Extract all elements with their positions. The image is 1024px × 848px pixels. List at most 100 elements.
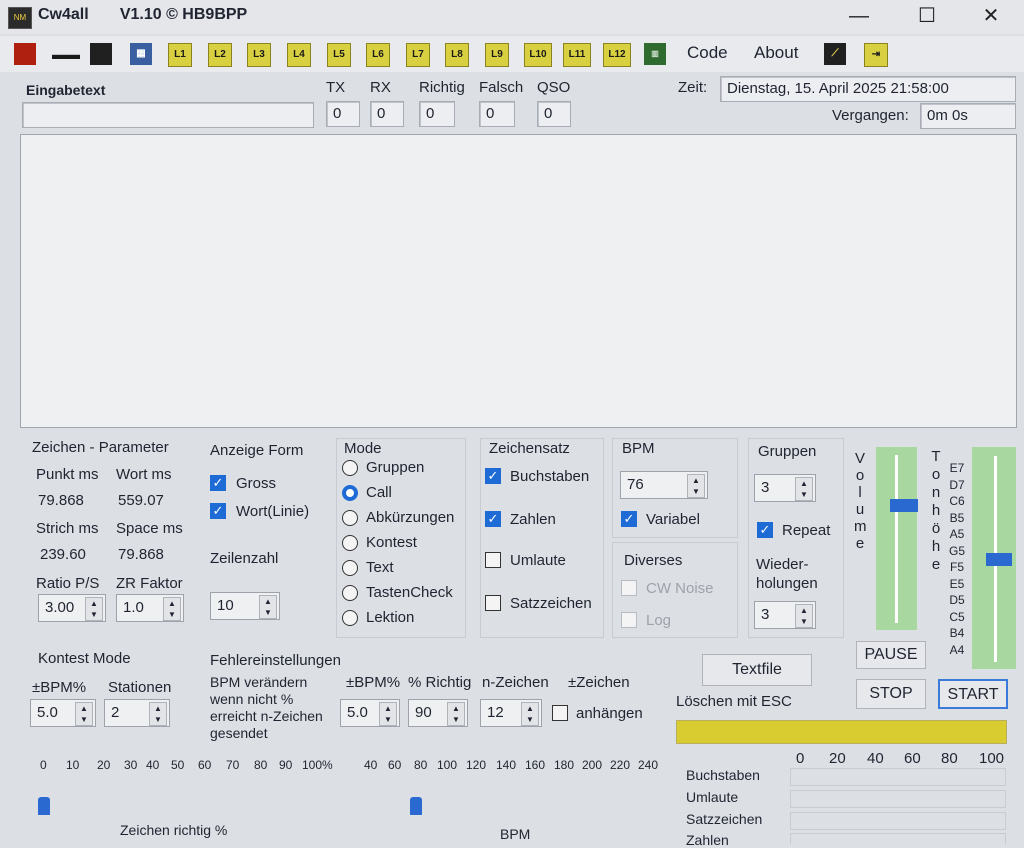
lesson-6-button[interactable]: L6 xyxy=(366,43,390,67)
bpm-spinner[interactable]: 76 ▲ ▼ xyxy=(620,471,708,499)
percent-slider-thumb[interactable] xyxy=(38,797,50,815)
n-zeichen-label: n-Zeichen xyxy=(482,674,549,691)
mode-text-radio[interactable] xyxy=(342,560,358,576)
grid-icon[interactable]: ▦ xyxy=(130,43,152,65)
maximize-button[interactable]: ☐ xyxy=(904,2,950,30)
output-textarea[interactable] xyxy=(20,134,1017,428)
falsch-label: Falsch xyxy=(479,79,524,96)
spinner-arrows[interactable]: ▲ ▼ xyxy=(379,702,397,726)
tonhoehe-thumb[interactable] xyxy=(986,553,1012,566)
wort-value: 559.07 xyxy=(118,492,164,509)
eingabe-input[interactable] xyxy=(22,102,314,128)
mode-abkuerzungen-radio[interactable] xyxy=(342,510,358,526)
spinner-arrows[interactable]: ▲ ▼ xyxy=(163,597,181,621)
qso-count: 0 xyxy=(537,101,571,127)
ratio-spinner[interactable]: 3.00 ▲ ▼ xyxy=(38,594,106,622)
textfile-button[interactable]: Textfile xyxy=(702,654,812,686)
stop-button[interactable]: STOP xyxy=(856,679,926,709)
note-g5: G5 xyxy=(948,543,965,558)
signal-icon[interactable]: ▥ xyxy=(644,43,666,65)
richtig-count: 0 xyxy=(419,101,455,127)
chart-icon[interactable]: ⟋ xyxy=(824,43,846,65)
lesson-7-button[interactable]: L7 xyxy=(406,43,430,67)
spinner-arrows[interactable]: ▲ ▼ xyxy=(85,597,103,621)
wort-checkbox[interactable]: ✓ xyxy=(210,503,226,519)
space-value: 79.868 xyxy=(118,546,164,563)
about-menu[interactable]: About xyxy=(754,43,798,63)
code-menu[interactable]: Code xyxy=(687,43,728,63)
kontest-bpm-spinner[interactable]: 5.0 ▲ ▼ xyxy=(30,699,96,727)
lesson-1-button[interactable]: L1 xyxy=(168,43,192,67)
record-icon[interactable] xyxy=(14,43,36,65)
keyer-icon[interactable]: ▬▬ xyxy=(52,43,80,65)
spinner-arrows[interactable]: ▲ ▼ xyxy=(149,702,167,726)
mode-lektion-radio[interactable] xyxy=(342,610,358,626)
zeichen-parameter-title: Zeichen - Parameter xyxy=(32,439,169,456)
stat-bar-satzzeichen xyxy=(790,812,1006,830)
lesson-2-button[interactable]: L2 xyxy=(208,43,232,67)
start-button[interactable]: START xyxy=(938,679,1008,709)
pause-button[interactable]: PAUSE xyxy=(856,641,926,669)
variabel-label: Variabel xyxy=(646,511,700,528)
minimize-button[interactable]: — xyxy=(836,2,882,30)
stat-umlaute: Umlaute xyxy=(686,789,739,805)
falsch-count: 0 xyxy=(479,101,515,127)
umlaute-label: Umlaute xyxy=(510,552,566,569)
mode-call-radio[interactable] xyxy=(342,485,358,501)
cwnoise-checkbox[interactable] xyxy=(621,580,637,596)
rx-label: RX xyxy=(370,79,391,96)
spinner-arrows[interactable]: ▲ ▼ xyxy=(795,477,813,501)
lesson-8-button[interactable]: L8 xyxy=(445,43,469,67)
close-button[interactable]: ✕ xyxy=(968,2,1014,30)
mode-tastencheck-label: TastenCheck xyxy=(366,584,453,601)
n-zeichen-spinner[interactable]: 12 ▲ ▼ xyxy=(480,699,542,727)
satzzeichen-checkbox[interactable] xyxy=(485,595,501,611)
zr-spinner[interactable]: 1.0 ▲ ▼ xyxy=(116,594,184,622)
note-a4: A4 xyxy=(949,642,965,657)
fehler-bpm-spinner[interactable]: 5.0 ▲ ▼ xyxy=(340,699,400,727)
fehler-richtig-spinner[interactable]: 90 ▲ ▼ xyxy=(408,699,468,727)
volume-thumb[interactable] xyxy=(890,499,918,513)
zahlen-checkbox[interactable]: ✓ xyxy=(485,511,501,527)
lesson-5-button[interactable]: L5 xyxy=(327,43,351,67)
stationen-spinner[interactable]: 2 ▲ ▼ xyxy=(104,699,170,727)
lesson-3-button[interactable]: L3 xyxy=(247,43,271,67)
lesson-12-button[interactable]: L12 xyxy=(603,43,631,67)
spinner-arrows[interactable]: ▲ ▼ xyxy=(795,604,813,628)
spinner-arrows[interactable]: ▲ ▼ xyxy=(259,595,277,619)
mode-gruppen-label: Gruppen xyxy=(366,459,425,476)
gross-label: Gross xyxy=(236,475,277,492)
mode-gruppen-radio[interactable] xyxy=(342,460,358,476)
log-checkbox[interactable] xyxy=(621,612,637,628)
screen-icon[interactable] xyxy=(90,43,112,65)
mode-tastencheck-radio[interactable] xyxy=(342,585,358,601)
spinner-arrows[interactable]: ▲ ▼ xyxy=(521,702,539,726)
lesson-11-button[interactable]: L11 xyxy=(563,43,591,67)
gross-checkbox[interactable]: ✓ xyxy=(210,475,226,491)
umlaute-checkbox[interactable] xyxy=(485,552,501,568)
variabel-checkbox[interactable]: ✓ xyxy=(621,511,637,527)
lesson-10-button[interactable]: L10 xyxy=(524,43,552,67)
anhaengen-checkbox[interactable] xyxy=(552,705,568,721)
zeit-field: Dienstag, 15. April 2025 21:58:00 xyxy=(720,76,1016,102)
wiederholungen-spinner[interactable]: 3 ▲ ▼ xyxy=(754,601,816,629)
spinner-arrows[interactable]: ▲ ▼ xyxy=(75,702,93,726)
spinner-arrows[interactable]: ▲ ▼ xyxy=(687,474,705,498)
zeilenzahl-spinner[interactable]: 10 ▲ ▼ xyxy=(210,592,280,620)
note-c6: C6 xyxy=(949,494,965,508)
lesson-9-button[interactable]: L9 xyxy=(485,43,509,67)
buchstaben-checkbox[interactable]: ✓ xyxy=(485,468,501,484)
bpm-slider-thumb[interactable] xyxy=(410,797,422,815)
exit-icon[interactable]: ⇥ xyxy=(864,43,888,67)
spinner-arrows[interactable]: ▲ ▼ xyxy=(447,702,465,726)
bpm-scale-label: BPM xyxy=(500,826,531,842)
mode-kontest-radio[interactable] xyxy=(342,535,358,551)
eingabetext-label: Eingabetext xyxy=(26,82,106,98)
lesson-4-button[interactable]: L4 xyxy=(287,43,311,67)
repeat-checkbox[interactable]: ✓ xyxy=(757,522,773,538)
fehler-description: BPM verändern wenn nicht % erreicht n-Zeic… xyxy=(210,674,323,741)
richtig-label: Richtig xyxy=(419,79,465,96)
gruppen-spinner[interactable]: 3 ▲ ▼ xyxy=(754,474,816,502)
vergangen-label: Vergangen: xyxy=(832,107,909,124)
kontest-bpm-label: ±BPM% xyxy=(32,679,87,696)
